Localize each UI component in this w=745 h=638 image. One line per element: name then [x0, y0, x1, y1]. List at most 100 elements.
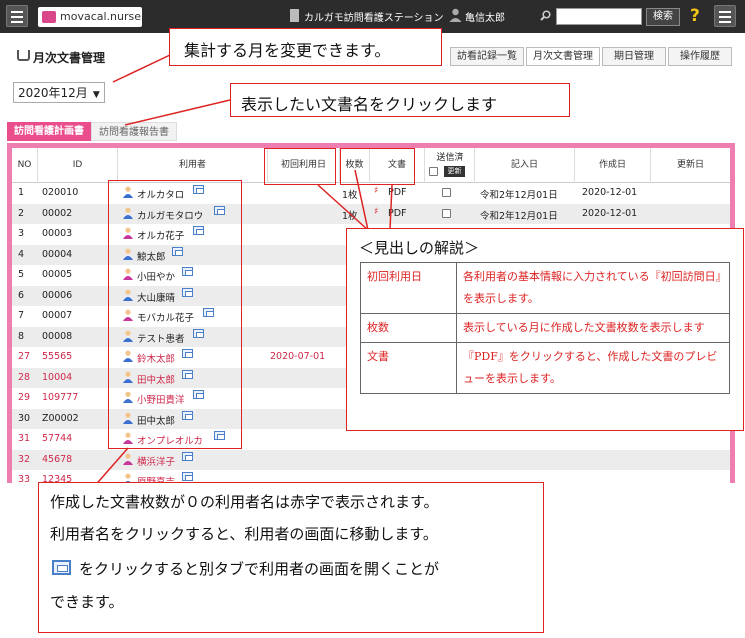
legend-desc: 各利用者の基本情報に入力されている『初回訪問日』を表示します。	[456, 262, 730, 314]
row-no: 5	[18, 269, 25, 280]
row-id: 00003	[42, 228, 73, 239]
highlight-user-column	[108, 180, 242, 449]
row-id: 55565	[42, 351, 73, 362]
row-count: 1枚	[342, 210, 358, 222]
user-icon	[449, 8, 462, 22]
pdf-icon: ♯	[374, 206, 379, 217]
row-no: 6	[18, 289, 25, 301]
search-button[interactable]: 検索	[646, 8, 680, 26]
row-id: 00002	[42, 207, 73, 219]
inbox-icon	[17, 50, 30, 61]
tab-care-report[interactable]: 訪問看護報告書	[91, 122, 177, 141]
highlight-first-use	[264, 148, 336, 185]
legend-row: 初回利用日 各利用者の基本情報に入力されている『初回訪問日』を表示します。	[360, 262, 730, 314]
row-entry-date: 令和2年12月01日	[480, 210, 558, 222]
options-menu-icon[interactable]	[714, 5, 736, 27]
sent-checkbox[interactable]	[442, 208, 451, 218]
row-id: Z00002	[42, 412, 79, 424]
col-entry-date: 記入日	[475, 148, 575, 183]
bottom-note-1: 作成した文書枚数が０の利用者名は赤字で表示されます。	[50, 493, 439, 511]
search-icon	[540, 10, 551, 21]
row-no: 33	[18, 474, 31, 483]
row-no: 32	[18, 453, 31, 465]
row-no: 29	[18, 392, 31, 403]
tab-monthly-docs[interactable]: 月次文書管理	[526, 47, 600, 66]
page-title: 月次文書管理	[33, 51, 106, 65]
select-all-checkbox[interactable]	[429, 167, 438, 176]
tab-visit-records[interactable]: 訪看記録一覧	[450, 47, 524, 66]
col-no: NO	[12, 148, 38, 183]
row-id: 00004	[42, 248, 73, 260]
row-no: 3	[18, 228, 25, 239]
building-icon	[290, 9, 299, 22]
app-logo[interactable]: movacal.nurse	[38, 7, 142, 27]
search-input[interactable]	[556, 8, 642, 25]
row-id: 109777	[42, 392, 79, 403]
row-no: 4	[18, 248, 25, 260]
legend-row: 文書 『PDF』をクリックすると、作成した文書のプレビューを表示します。	[360, 342, 730, 394]
tab-history[interactable]: 操作履歴	[668, 47, 732, 66]
col-user: 利用者	[118, 148, 268, 183]
legend-title: ＜見出しの解説＞	[359, 239, 480, 257]
sent-checkbox[interactable]	[442, 188, 451, 197]
logo-icon	[42, 11, 56, 23]
col-id: ID	[38, 148, 118, 183]
hamburger-icon[interactable]	[6, 5, 28, 27]
legend-callout: ＜見出しの解説＞ 初回利用日 各利用者の基本情報に入力されている『初回訪問日』を…	[346, 228, 744, 431]
legend-table: 初回利用日 各利用者の基本情報に入力されている『初回訪問日』を表示します。 枚数…	[360, 262, 730, 394]
month-callout: 集計する月を変更できます。	[169, 28, 442, 66]
legend-row: 枚数 表示している月に作成した文書枚数を表示します	[360, 313, 730, 343]
row-first-use: 2020-07-01	[270, 351, 326, 362]
docname-callout: 表示したい文書名をクリックします	[230, 83, 570, 117]
doc-tabs: 訪問看護計画書 訪問看護報告書	[7, 122, 177, 141]
row-id: 020010	[42, 187, 79, 198]
row-created: 2020-12-01	[582, 187, 638, 198]
row-id: 00007	[42, 310, 73, 321]
user-name: 亀信太郎	[465, 13, 505, 24]
row-no: 7	[18, 310, 25, 321]
bottom-note-2: 利用者名をクリックすると、利用者の画面に移動します。	[50, 525, 438, 543]
office-name: カルガモ訪問看護ステーション	[304, 13, 444, 24]
pdf-link[interactable]: PDF	[388, 208, 407, 219]
col-updated: 更新日	[676, 160, 704, 170]
update-button[interactable]: 更新	[444, 166, 465, 177]
open-new-tab-icon[interactable]	[182, 472, 193, 481]
col-sent: 送信済	[436, 153, 464, 163]
month-value: 2020年12月	[18, 86, 88, 100]
highlight-count-doc	[340, 148, 415, 185]
legend-desc: 『PDF』をクリックすると、作成した文書のプレビューを表示します。	[456, 342, 730, 394]
row-no: 2	[18, 207, 25, 219]
open-new-tab-icon[interactable]	[182, 451, 193, 461]
row-id: 00008	[42, 330, 73, 342]
row-no: 28	[18, 371, 31, 383]
screen: movacal.nurse カルガモ訪問看護ステーション 亀信太郎 検索 ? 月…	[0, 0, 745, 638]
row-id: 00006	[42, 289, 73, 301]
row-no: 30	[18, 412, 31, 424]
bottom-note-3: をクリックすると別タブで利用者の画面を開くことが	[79, 560, 440, 578]
chevron-down-icon: ▼	[92, 90, 100, 100]
legend-desc: 表示している月に作成した文書枚数を表示します	[456, 313, 730, 343]
table-row: 32 45678 横浜洋子	[12, 449, 730, 470]
tab-care-plan[interactable]: 訪問看護計画書	[7, 122, 91, 141]
row-entry-date: 令和2年12月01日	[480, 190, 558, 201]
pdf-icon: ♯	[374, 186, 379, 196]
row-created: 2020-12-01	[582, 207, 638, 219]
nav-tabs: 訪看記録一覧 月次文書管理 期日管理 操作履歴	[448, 47, 732, 66]
docname-note: 表示したい文書名をクリックします	[241, 95, 498, 114]
row-id: 00005	[42, 269, 73, 280]
legend-term: 文書	[360, 342, 457, 394]
row-id: 45678	[42, 453, 73, 465]
pdf-link[interactable]: PDF	[388, 187, 407, 198]
user-callout: 作成した文書枚数が０の利用者名は赤字で表示されます。 利用者名をクリックすると、…	[38, 482, 544, 633]
tab-deadlines[interactable]: 期日管理	[602, 47, 666, 66]
row-no: 31	[18, 433, 31, 444]
legend-term: 枚数	[360, 313, 457, 343]
new-tab-icon	[52, 560, 71, 575]
row-no: 27	[18, 351, 31, 362]
month-select[interactable]: 2020年12月 ▼	[13, 82, 105, 103]
row-id: 57744	[42, 433, 73, 444]
help-icon[interactable]: ?	[690, 6, 700, 26]
legend-term: 初回利用日	[360, 262, 457, 314]
user-name-link[interactable]: 横浜洋子	[137, 454, 175, 468]
person-icon	[123, 453, 133, 465]
